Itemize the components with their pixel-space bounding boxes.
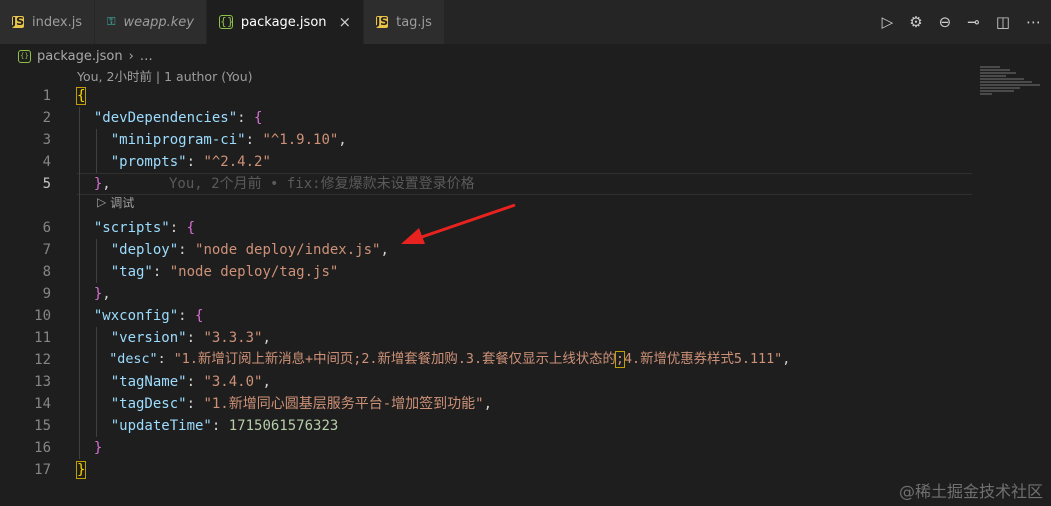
code-line: "tagDesc": "1.新增同心圆基层服务平台-增加签到功能", [110,396,493,412]
code-line: "wxconfig": { [93,308,204,324]
inline-git-blame: You, 2个月前 • fix:修复爆款未设置登录价格 [169,176,475,192]
line-number: 7 [42,242,51,258]
blame-header[interactable]: You, 2小时前 | 1 author (You) [77,66,253,85]
js-file-icon: JS [12,15,25,28]
tab-tag-js[interactable]: JS tag.js [364,0,445,44]
code-line: "updateTime": 1715061576323 [110,418,339,434]
line-number: 4 [42,154,51,170]
key-icon: ⚿ [107,15,116,28]
tab-label: tag.js [396,14,432,30]
code-line: "devDependencies": { [93,110,263,126]
code-line: }, [93,286,111,302]
more-icon[interactable]: ⋯ [1026,13,1041,31]
breadcrumb-rest[interactable]: … [140,49,153,64]
codelens-label: 调试 [110,195,135,210]
code-line: "tagName": "3.4.0", [110,374,271,390]
line-number: 6 [42,220,51,236]
tab-package-json[interactable]: {} package.json × [206,0,365,44]
code-line: "desc": "1.新增订阅上新消息+中间页;2.新增套餐加购.3.套餐仅显示… [109,351,791,368]
editor-actions: ▷ ⚙ ⊖ ⊸ ◫ ⋯ [882,0,1041,44]
minimap[interactable] [980,66,1044,98]
line-number: 16 [34,440,51,456]
breadcrumb-file[interactable]: package.json [37,49,123,64]
tab-label: package.json [240,14,327,30]
code-line: } [75,461,87,479]
js-file-icon: JS [376,15,389,28]
code-line: "miniprogram-ci": "^1.9.10", [110,132,347,148]
arrow-shaft [412,203,516,242]
close-icon[interactable]: × [339,13,352,31]
line-number: 11 [34,330,51,346]
code-line: "prompts": "^2.4.2" [110,154,271,170]
line-number: 14 [34,396,51,412]
arrow-head [401,228,425,244]
code-line: } [93,440,103,456]
tab-index-js[interactable]: JS index.js [0,0,96,44]
run-icon[interactable]: ▷ [882,13,894,31]
breadcrumb: {} package.json › … [18,46,153,66]
line-number: 15 [34,418,51,434]
line-number: 5 [42,176,51,192]
line-number: 1 [42,88,51,104]
code-line: { [75,87,87,105]
tab-label: weapp.key [123,14,194,30]
json-file-icon: {} [18,49,31,63]
line-number: 8 [42,264,51,280]
debug-icon[interactable]: ⚙ [909,13,922,31]
split-editor-icon[interactable]: ◫ [996,13,1010,31]
annotation-arrow [401,203,516,244]
code-editor[interactable]: { "devDependencies": { "miniprogram-ci":… [75,85,791,481]
tab-label: index.js [32,14,83,30]
line-number: 2 [42,110,51,126]
code-line: "tag": "node deploy/tag.js" [110,264,339,280]
code-line: "version": "3.3.3", [110,330,271,346]
git-compare-icon[interactable]: ⊖ [939,13,952,31]
tab-weapp-key[interactable]: ⚿ weapp.key [95,0,207,44]
line-number: 3 [42,132,51,148]
line-number: 12 [34,352,51,368]
play-icon: ▷ [97,195,107,209]
breadcrumb-separator: › [128,48,134,64]
codelens-debug[interactable]: ▷ 调试 [97,194,134,210]
json-file-icon: {} [218,15,234,29]
line-number: 17 [34,462,51,478]
line-number: 10 [34,308,51,324]
line-number-gutter: 1 2 3 4 5 6 7 8 9 10 11 12 13 14 15 16 1… [0,85,60,481]
line-number: 13 [34,374,51,390]
line-number: 9 [42,286,51,302]
watermark: @稀土掘金技术社区 [898,482,1043,501]
git-branch-icon[interactable]: ⊸ [967,13,980,31]
